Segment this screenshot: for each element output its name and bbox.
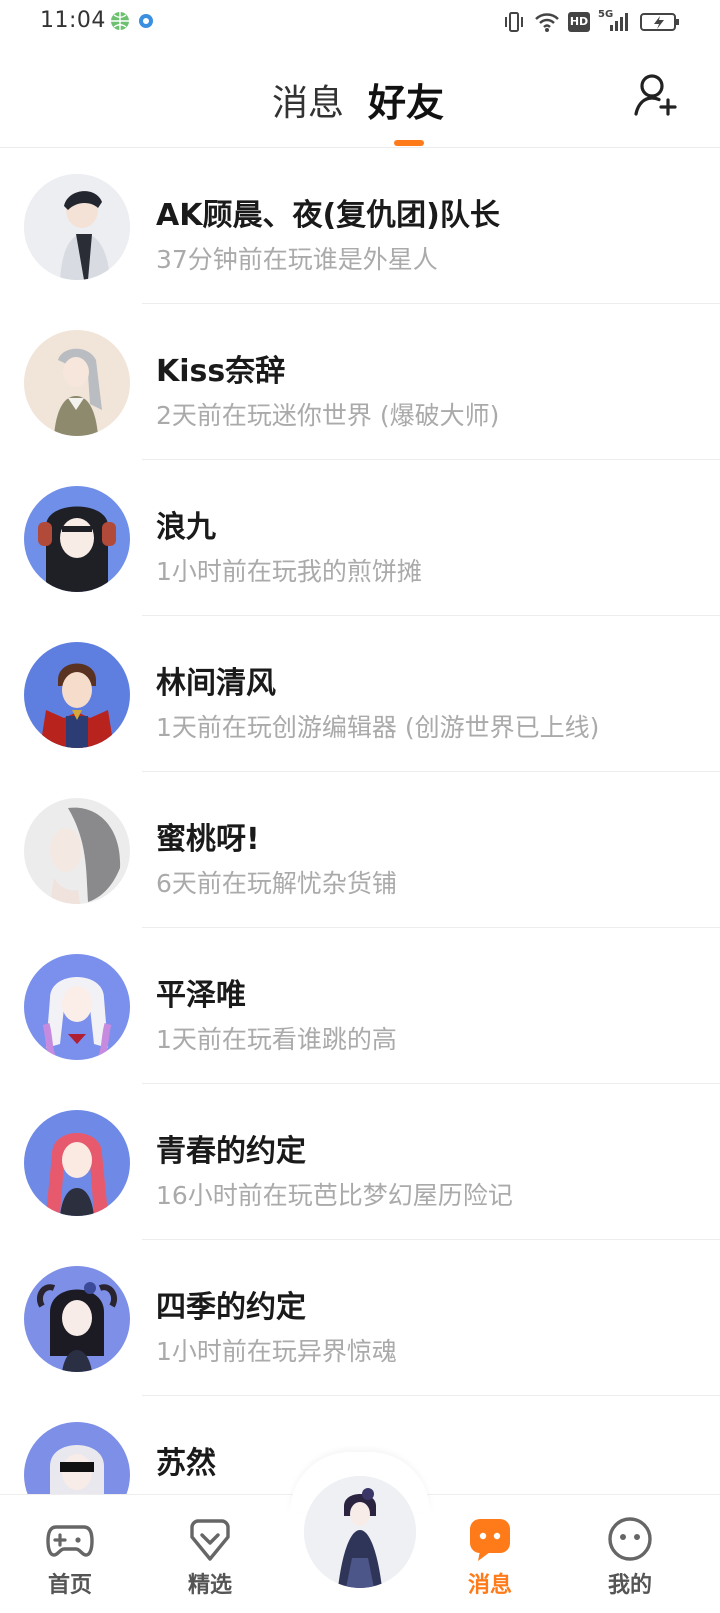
nav-label-messages: 消息 bbox=[467, 1573, 512, 1598]
friend-name: 青春的约定 bbox=[156, 1134, 306, 1169]
vibrate-icon bbox=[505, 12, 523, 32]
tab-messages[interactable]: 消息 bbox=[272, 74, 344, 126]
friend-name: 林间清风 bbox=[156, 666, 276, 701]
friend-status: 1天前在玩创游编辑器 (创游世界已上线) bbox=[156, 713, 600, 742]
gamepad-icon bbox=[46, 1525, 94, 1557]
friend-name: Kiss奈辞 bbox=[156, 354, 286, 389]
friend-name: 四季的约定 bbox=[156, 1290, 306, 1325]
avatar[interactable] bbox=[24, 486, 130, 592]
tab-friends[interactable]: 好友 bbox=[368, 72, 444, 127]
add-user-icon[interactable] bbox=[632, 72, 678, 118]
hd-icon: HD bbox=[568, 12, 590, 32]
friend-status: 6天前在玩解忧杂货铺 bbox=[156, 869, 397, 898]
wifi-icon bbox=[535, 13, 559, 32]
friend-status: 2天前在玩迷你世界 (爆破大师) bbox=[156, 401, 500, 430]
nav-label-profile: 我的 bbox=[607, 1573, 652, 1598]
list-item[interactable]: AK顾晨、夜(复仇团)队长 37分钟前在玩谁是外星人 bbox=[0, 148, 720, 304]
nav-label-featured: 精选 bbox=[187, 1573, 232, 1598]
globe-icon bbox=[111, 12, 129, 30]
list-item[interactable]: 四季的约定 1小时前在玩异界惊魂 bbox=[0, 1240, 720, 1396]
battery-charging-icon bbox=[640, 13, 679, 31]
center-avatar-button[interactable] bbox=[304, 1476, 416, 1588]
list-item[interactable]: 蜜桃呀! 6天前在玩解忧杂货铺 bbox=[0, 772, 720, 928]
avatar[interactable] bbox=[24, 642, 130, 748]
nav-item-home[interactable]: 首页 bbox=[10, 1495, 130, 1613]
heart-badge-icon bbox=[190, 1519, 230, 1561]
active-tab-indicator bbox=[394, 140, 424, 146]
location-icon bbox=[139, 14, 153, 28]
avatar[interactable] bbox=[24, 174, 130, 280]
smiley-icon bbox=[608, 1517, 652, 1561]
list-item[interactable]: 浪九 1小时前在玩我的煎饼摊 bbox=[0, 460, 720, 616]
status-bar: 11:04 HD 5G bbox=[0, 0, 720, 48]
nav-item-profile[interactable]: 我的 bbox=[570, 1495, 690, 1613]
list-item[interactable]: 平泽唯 1天前在玩看谁跳的高 bbox=[0, 928, 720, 1084]
list-item[interactable]: 林间清风 1天前在玩创游编辑器 (创游世界已上线) bbox=[0, 616, 720, 772]
signal-icon: 5G bbox=[598, 9, 632, 33]
status-time: 11:04 bbox=[40, 8, 106, 33]
friend-list: AK顾晨、夜(复仇团)队长 37分钟前在玩谁是外星人 Kiss奈辞 2天前在玩迷… bbox=[0, 148, 720, 1552]
nav-label-home: 首页 bbox=[47, 1573, 92, 1598]
list-item[interactable]: Kiss奈辞 2天前在玩迷你世界 (爆破大师) bbox=[0, 304, 720, 460]
friend-name: 浪九 bbox=[156, 510, 216, 545]
friend-status: 16小时前在玩芭比梦幻屋历险记 bbox=[156, 1181, 513, 1210]
avatar[interactable] bbox=[24, 954, 130, 1060]
nav-item-messages[interactable]: 消息 bbox=[430, 1495, 550, 1613]
status-icons: HD 5G bbox=[502, 9, 680, 34]
nav-item-featured[interactable]: 精选 bbox=[150, 1495, 270, 1613]
friend-name: AK顾晨、夜(复仇团)队长 bbox=[156, 198, 500, 233]
avatar[interactable] bbox=[24, 1110, 130, 1216]
friend-name: 平泽唯 bbox=[156, 978, 246, 1013]
avatar[interactable] bbox=[24, 1266, 130, 1372]
friend-status: 1天前在玩看谁跳的高 bbox=[156, 1025, 397, 1054]
friend-status: 1小时前在玩异界惊魂 bbox=[156, 1337, 397, 1366]
chat-bubble-icon bbox=[470, 1519, 510, 1561]
friend-status: 1小时前在玩我的煎饼摊 bbox=[156, 557, 422, 586]
list-item[interactable]: 青春的约定 16小时前在玩芭比梦幻屋历险记 bbox=[0, 1084, 720, 1240]
avatar[interactable] bbox=[24, 330, 130, 436]
avatar[interactable] bbox=[24, 798, 130, 904]
header: 消息 好友 bbox=[0, 48, 720, 148]
friend-name: 苏然 bbox=[156, 1446, 216, 1481]
friend-status: 37分钟前在玩谁是外星人 bbox=[156, 245, 438, 274]
friend-name: 蜜桃呀! bbox=[156, 822, 260, 857]
